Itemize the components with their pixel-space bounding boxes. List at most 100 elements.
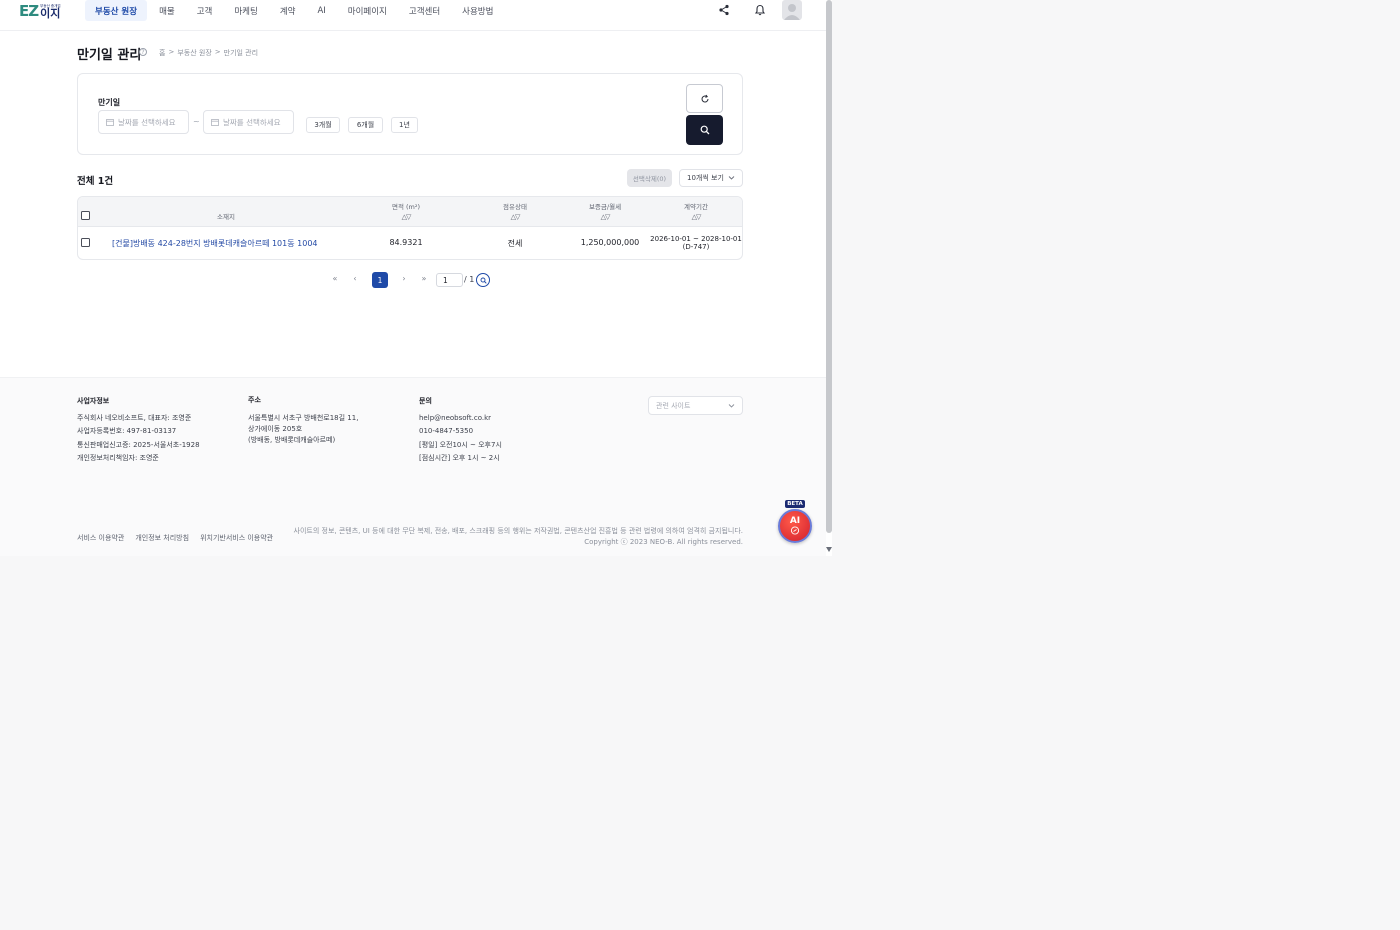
expiry-date-label: 만기일 — [98, 98, 121, 107]
page-number-input[interactable]: 1 — [436, 273, 463, 287]
total-pages: / 1 — [464, 275, 475, 284]
footer-address-line: (방배동, 방배롯데캐슬아르떼) — [248, 436, 336, 444]
breadcrumb-ledger[interactable]: 부동산 원장 — [177, 48, 211, 58]
chat-icon — [790, 526, 800, 535]
row-occupancy: 전세 — [507, 239, 523, 248]
footer-notice: 사이트의 정보, 콘텐츠, UI 등에 대한 무단 복제, 전송, 배포, 스크… — [293, 527, 743, 535]
calendar-icon — [211, 119, 219, 126]
nav-item-ai[interactable]: AI — [307, 0, 335, 21]
location-terms-link[interactable]: 위치기반서비스 이용약관 — [200, 533, 273, 543]
range-1-year-button[interactable]: 1년 — [391, 117, 418, 133]
nav-item-customers[interactable]: 고객 — [187, 0, 223, 21]
col-period-header[interactable]: 계약기간 △▽ — [671, 202, 721, 222]
filter-panel: 만기일 날짜를 선택하세요 ~ 날짜를 선택하세요 3개월 6개월 1년 — [77, 73, 743, 155]
bulk-delete-button[interactable]: 선택삭제(0) — [627, 169, 672, 187]
go-to-page-button[interactable] — [476, 273, 490, 287]
next-page-button[interactable]: › — [397, 274, 411, 283]
terms-of-service-link[interactable]: 서비스 이용약관 — [77, 533, 124, 543]
footer-address-heading: 주소 — [248, 396, 261, 404]
row-period: 2026-10-01 ~ 2028-10-01 (D-747) — [646, 235, 742, 251]
table-header: 소재지 면적 (m²) △▽ 점유상태 △▽ 보증금/월세 △▽ 계약기간 △▽ — [78, 197, 742, 227]
avatar-icon — [784, 4, 800, 20]
sort-icon: △▽ — [600, 213, 611, 221]
avatar[interactable] — [782, 0, 802, 20]
col-price: 보증금/월세 — [588, 203, 622, 211]
app-window: EZ 부동산 중개업 이지 부동산 원장 매물 고객 마케팅 계약 AI 마이페… — [0, 0, 826, 556]
logo[interactable]: EZ 부동산 중개업 이지 — [19, 2, 61, 20]
date-range-separator: ~ — [193, 117, 200, 126]
col-occupancy-header[interactable]: 점유상태 △▽ — [490, 202, 540, 222]
bell-icon[interactable] — [753, 3, 767, 17]
footer: 사업자정보 주식회사 네오비소프트, 대표자: 조영준 사업자등록번호: 497… — [0, 377, 826, 556]
row-period-range: 2026-10-01 ~ 2028-10-01 — [650, 235, 742, 243]
ai-assistant-button[interactable]: AI — [778, 509, 812, 543]
end-date-input[interactable]: 날짜를 선택하세요 — [203, 110, 294, 134]
top-header: EZ 부동산 중개업 이지 부동산 원장 매물 고객 마케팅 계약 AI 마이페… — [0, 0, 826, 31]
share-icon[interactable] — [717, 3, 731, 17]
start-date-input[interactable]: 날짜를 선택하세요 — [98, 110, 189, 134]
nav-item-contracts[interactable]: 계약 — [270, 0, 306, 21]
per-page-select[interactable]: 10개씩 보기 — [679, 169, 743, 187]
vertical-scrollbar[interactable] — [826, 0, 832, 556]
first-page-button[interactable]: « — [328, 274, 342, 283]
breadcrumb: 홈 > 부동산 원장 > 만기일 관리 — [159, 48, 258, 58]
search-button[interactable] — [686, 115, 723, 145]
footer-contact-phone: 010-4847-5350 — [419, 427, 474, 436]
sort-icon: △▽ — [401, 213, 412, 221]
footer-contact-heading: 문의 — [419, 397, 432, 405]
footer-address-line: 서울특별시 서초구 방배천로18길 11, — [248, 414, 359, 422]
calendar-icon — [106, 119, 114, 126]
nav-item-mypage[interactable]: 마이페이지 — [338, 0, 397, 21]
footer-contact-lunch: [점심시간] 오후 1시 ~ 2시 — [419, 453, 500, 462]
logo-sub: 부동산 중개업 이지 — [40, 4, 60, 19]
privacy-policy-link[interactable]: 개인정보 처리방침 — [135, 533, 189, 543]
triangle-down-icon — [826, 546, 832, 552]
col-area: 면적 (m²) — [391, 203, 421, 211]
nav-item-support[interactable]: 고객센터 — [399, 0, 450, 21]
nav-item-realestate-ledger[interactable]: 부동산 원장 — [85, 0, 148, 21]
range-6-months-button[interactable]: 6개월 — [348, 117, 383, 133]
ai-assistant-widget: BETA AI — [777, 500, 813, 544]
footer-contact-email[interactable]: help@neobsoft.co.kr — [419, 412, 502, 425]
prev-page-button[interactable]: ‹ — [348, 274, 362, 283]
col-address: 소재지 — [217, 213, 235, 221]
beta-badge: BETA — [785, 500, 805, 508]
reset-button[interactable] — [686, 84, 723, 113]
logo-ez-text: EZ — [19, 2, 39, 20]
search-icon — [700, 125, 709, 135]
help-icon[interactable]: ? — [139, 48, 147, 56]
footer-business-info: 사업자정보 주식회사 네오비소프트, 대표자: 조영준 사업자등록번호: 497… — [77, 395, 200, 465]
footer-contact: 문의 help@neobsoft.co.kr 010-4847-5350 [평일… — [419, 395, 502, 465]
page-title: 만기일 관리 — [77, 48, 142, 63]
related-sites-select[interactable]: 관련 사이트 — [648, 396, 743, 415]
logo-ez: EZ — [19, 2, 39, 20]
sort-icon: △▽ — [510, 213, 521, 221]
footer-links: 서비스 이용약관 개인정보 처리방침 위치기반서비스 이용약관 — [77, 533, 273, 543]
expiry-table: 소재지 면적 (m²) △▽ 점유상태 △▽ 보증금/월세 △▽ 계약기간 △▽… — [77, 196, 743, 260]
refresh-icon — [701, 94, 708, 102]
sort-icon: △▽ — [691, 213, 702, 221]
breadcrumb-current: 만기일 관리 — [223, 49, 259, 57]
row-area: 84.9321 — [389, 238, 423, 247]
last-page-button[interactable]: » — [417, 274, 431, 283]
footer-copyright: Copyright ⓒ 2023 NEO-B. All rights reser… — [584, 538, 743, 546]
breadcrumb-home[interactable]: 홈 — [159, 48, 165, 58]
col-price-header[interactable]: 보증금/월세 △▽ — [575, 202, 635, 222]
footer-business-line: 통신판매업신고증: 2025-서울서초-1928 — [77, 440, 200, 449]
select-all-checkbox[interactable] — [81, 211, 90, 220]
scrollbar-thumb[interactable] — [826, 0, 832, 533]
end-date-placeholder: 날짜를 선택하세요 — [223, 117, 281, 127]
row-address-link[interactable]: [건물]방배동 424-28번지 방배롯데캐슬아르떼 101동 1004 — [112, 238, 318, 249]
main-nav: 부동산 원장 매물 고객 마케팅 계약 AI 마이페이지 고객센터 사용방법 — [85, 0, 505, 21]
nav-item-listings[interactable]: 매물 — [149, 0, 185, 21]
current-page-button[interactable]: 1 — [372, 272, 388, 288]
breadcrumb-separator: > — [168, 48, 175, 56]
col-occupancy: 점유상태 — [503, 203, 527, 211]
range-3-months-button[interactable]: 3개월 — [306, 117, 340, 133]
col-area-header[interactable]: 면적 (m²) △▽ — [381, 202, 431, 222]
scroll-down-arrow[interactable] — [826, 546, 832, 552]
nav-item-howto[interactable]: 사용방법 — [452, 0, 503, 21]
nav-item-marketing[interactable]: 마케팅 — [224, 0, 267, 21]
row-checkbox[interactable] — [81, 238, 90, 247]
per-page-value: 10개씩 보기 — [687, 174, 724, 182]
